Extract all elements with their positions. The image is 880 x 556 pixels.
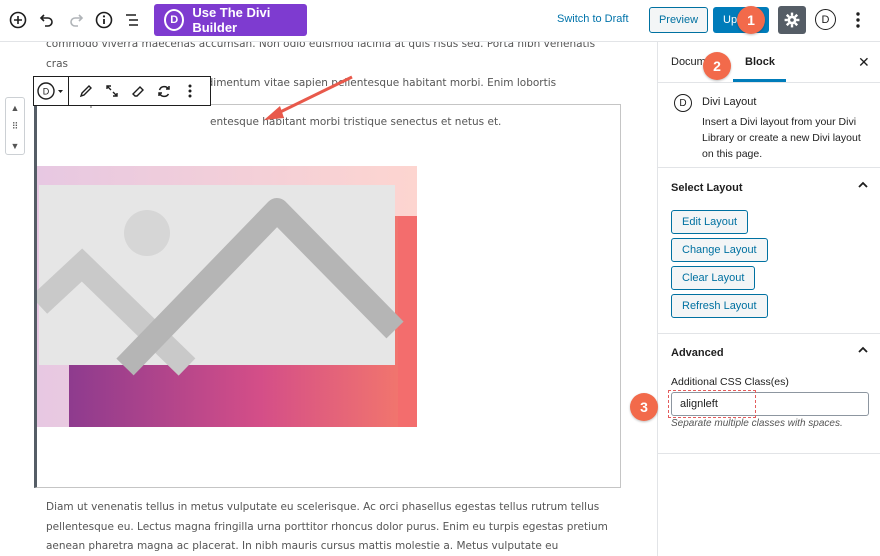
css-class-input[interactable]: [671, 392, 869, 416]
active-tab-indicator: [733, 79, 786, 82]
panel-divider: [658, 453, 880, 454]
refresh-icon[interactable]: [151, 77, 177, 105]
block-toolbar: D: [33, 76, 211, 106]
annotation-badge-3: 3: [630, 393, 658, 421]
switch-to-draft-link[interactable]: Switch to Draft: [557, 13, 629, 25]
svg-text:D: D: [43, 87, 50, 97]
divi-builder-label: Use The Divi Builder: [192, 5, 271, 35]
divi-logo-icon: D: [37, 82, 63, 100]
image-caption: This is a caption.: [109, 426, 215, 441]
divi-block-switcher[interactable]: D: [34, 77, 68, 105]
redo-icon[interactable]: [65, 9, 87, 31]
clear-layout-button[interactable]: Clear Layout: [671, 266, 756, 290]
toolbar-separator: [68, 77, 69, 105]
block-description: Insert a Divi layout from your Divi Libr…: [702, 116, 861, 160]
edit-layout-button[interactable]: Edit Layout: [671, 210, 749, 234]
block-card: D Divi Layout Insert a Divi layout from …: [658, 83, 880, 168]
info-icon[interactable]: [93, 9, 115, 31]
select-layout-heading[interactable]: Select Layout: [671, 182, 743, 194]
move-down-icon[interactable]: ▼: [6, 136, 24, 155]
clear-eraser-icon[interactable]: [125, 77, 151, 105]
close-icon[interactable]: ✕: [858, 54, 870, 71]
divi-account-icon[interactable]: D: [815, 9, 836, 30]
settings-button[interactable]: [778, 6, 806, 34]
edit-pencil-icon[interactable]: [73, 77, 99, 105]
change-layout-icon[interactable]: [99, 77, 125, 105]
undo-icon[interactable]: [36, 9, 58, 31]
chevron-up-icon[interactable]: [858, 180, 868, 193]
panel-divider: [658, 333, 880, 334]
tab-document[interactable]: Docum: [671, 56, 706, 68]
block-navigation-icon[interactable]: [121, 9, 143, 31]
paragraph-line: Diam ut venenatis tellus in metus vulput…: [46, 501, 600, 513]
css-class-help: Separate multiple classes with spaces.: [671, 418, 843, 429]
editor-canvas: commodo viverra maecenas accumsan. Non o…: [0, 42, 657, 556]
drag-handle-icon[interactable]: ⠿: [6, 117, 24, 136]
gear-icon: [784, 12, 800, 28]
use-divi-builder-button[interactable]: D Use The Divi Builder: [154, 4, 307, 36]
chevron-up-icon[interactable]: [858, 345, 868, 358]
change-layout-button[interactable]: Change Layout: [671, 238, 768, 262]
settings-sidebar: Docum Block ✕ D Divi Layout Insert a Div…: [657, 42, 880, 556]
divi-logo-icon: D: [164, 9, 185, 31]
annotation-badge-1: 1: [737, 6, 765, 34]
tab-block[interactable]: Block: [745, 56, 775, 68]
divi-logo-icon: D: [674, 94, 692, 112]
paragraph-line: aenean pharetra magna ac placerat. In ni…: [46, 540, 559, 552]
move-up-icon[interactable]: ▲: [6, 98, 24, 117]
block-more-options-icon[interactable]: [177, 77, 203, 105]
paragraph-bottom[interactable]: Diam ut venenatis tellus in metus vulput…: [46, 498, 614, 556]
preview-button[interactable]: Preview: [649, 7, 708, 33]
refresh-layout-button[interactable]: Refresh Layout: [671, 294, 768, 318]
block-title: Divi Layout: [702, 96, 757, 108]
block-mover: ▲ ⠿ ▼: [5, 97, 25, 155]
add-block-icon[interactable]: [7, 9, 29, 31]
more-options-icon[interactable]: [852, 9, 864, 31]
advanced-heading[interactable]: Advanced: [671, 347, 724, 359]
annotation-badge-2: 2: [703, 52, 731, 80]
sidebar-tabs: Docum Block ✕: [658, 42, 880, 83]
paragraph-line: pellentesque eu. Lectus magna fringilla …: [46, 520, 608, 533]
paragraph-line: commodo viverra maecenas accumsan. Non o…: [46, 42, 596, 70]
css-class-label: Additional CSS Class(es): [671, 376, 789, 388]
